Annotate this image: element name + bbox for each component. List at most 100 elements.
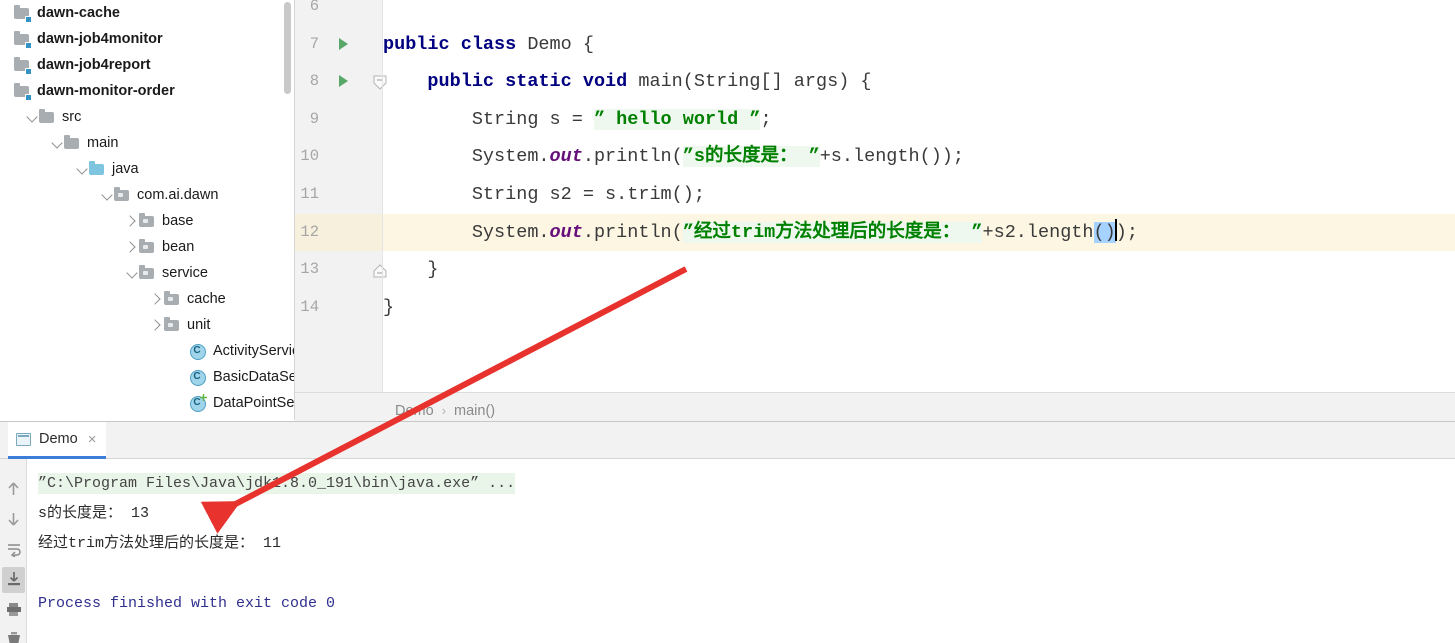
console-line-finished: Process finished with exit code 0 — [38, 595, 336, 612]
tree-item-unit[interactable]: unit — [0, 312, 295, 338]
chevron-right-icon[interactable] — [150, 312, 164, 338]
tree-item-label: dawn-job4report — [37, 57, 151, 73]
tree-item-basicdataservice[interactable]: C BasicDataService — [0, 364, 295, 390]
run-toolbar[interactable] — [0, 459, 27, 643]
tree-item-main[interactable]: main — [0, 130, 295, 156]
tree-item-src[interactable]: src — [0, 104, 295, 130]
tool-window-divider[interactable] — [294, 0, 295, 420]
chevron-right-icon[interactable] — [125, 234, 139, 260]
chevron-down-icon[interactable] — [25, 104, 39, 130]
editor-gutter[interactable]: 6 7 8 9 10 11 12 13 14 — [295, 0, 411, 392]
breadcrumb-item[interactable]: Demo — [395, 403, 434, 419]
chevron-down-icon[interactable] — [100, 182, 114, 208]
code-keyword: public class — [383, 33, 528, 55]
code-string: ” hello world ” — [593, 108, 761, 130]
chevron-down-icon[interactable] — [50, 130, 64, 156]
module-folder-icon — [14, 52, 32, 78]
gutter-line[interactable]: 12 — [295, 214, 411, 252]
gutter-line[interactable]: 14 — [295, 289, 382, 327]
tree-item-dawn-monitor-order[interactable]: dawn-monitor-order — [0, 78, 295, 104]
package-folder-icon — [139, 234, 156, 260]
tree-item-dawn-job4report[interactable]: dawn-job4report — [0, 52, 295, 78]
tree-item-service[interactable]: service — [0, 260, 295, 286]
code-line[interactable]: String s = ” hello world ”; — [383, 101, 772, 139]
tree-item-label: ActivityServiceIm — [213, 343, 295, 359]
module-badge-icon — [25, 16, 32, 23]
chevron-right-icon[interactable] — [150, 286, 164, 312]
project-tree-scrollbar[interactable] — [284, 2, 291, 94]
module-badge-icon — [25, 68, 32, 75]
project-tree-list[interactable]: dawn-cache dawn-job4monitor dawn-job4repor… — [0, 0, 295, 416]
java-class-icon: C — [189, 390, 207, 416]
tree-item-datapointservice[interactable]: C DataPointService — [0, 390, 295, 416]
module-badge-icon — [25, 42, 32, 49]
code-text: } — [383, 296, 395, 318]
code-line[interactable]: System.out.println(”s的长度是： ”+s.length())… — [383, 138, 964, 176]
run-tab-demo[interactable]: Demo × — [8, 422, 107, 459]
tree-item-label: base — [162, 213, 194, 229]
tree-item-base[interactable]: base — [0, 208, 295, 234]
code-editor[interactable]: 6 7 8 9 10 11 12 13 14 public class Demo { publi… — [295, 0, 1455, 392]
module-folder-icon — [14, 78, 32, 104]
run-arrow-icon[interactable] — [339, 75, 348, 88]
chevron-down-icon[interactable] — [75, 156, 89, 182]
soft-wrap-icon[interactable] — [2, 537, 25, 563]
run-arrow-icon[interactable] — [339, 37, 348, 50]
breadcrumb-item[interactable]: main() — [454, 403, 495, 419]
chevron-down-icon[interactable] — [125, 260, 139, 286]
selected-text: () — [1093, 221, 1116, 243]
code-text: +s.length()); — [819, 146, 965, 168]
code-text: System. — [383, 146, 550, 168]
tree-item-label: main — [87, 135, 119, 151]
java-class-icon: C — [189, 364, 207, 390]
console-command-text: ”C:\Program Files\Java\jdk1.8.0_191\bin\… — [38, 473, 516, 494]
tree-item-label: bean — [162, 239, 195, 255]
tree-item-label: DataPointService — [213, 395, 295, 411]
console-line-output: s的长度是： 13 — [38, 505, 150, 522]
tree-item-java[interactable]: java — [0, 156, 295, 182]
tree-item-dawn-job4monitor[interactable]: dawn-job4monitor — [0, 26, 295, 52]
gutter-line[interactable]: 9 — [295, 101, 382, 139]
code-text: +s2.length — [982, 221, 1094, 243]
tree-item-dawn-cache[interactable]: dawn-cache — [0, 0, 295, 26]
breadcrumb-separator-icon: › — [441, 403, 447, 418]
clear-all-icon[interactable] — [2, 627, 25, 643]
tree-item-activityserviceim[interactable]: C ActivityServiceIm — [0, 338, 295, 364]
gutter-line[interactable]: 10 — [295, 138, 382, 176]
gutter-line[interactable]: 7 — [295, 26, 382, 64]
close-icon[interactable]: × — [86, 432, 97, 447]
up-arrow-icon[interactable] — [2, 477, 25, 503]
gutter-line[interactable]: 6 — [295, 0, 382, 26]
tree-item-com-ai-dawn[interactable]: com.ai.dawn — [0, 182, 295, 208]
code-line[interactable]: public class Demo { — [383, 26, 594, 64]
run-tab-bar[interactable]: Demo × — [0, 422, 1455, 459]
scroll-to-end-icon[interactable] — [2, 567, 25, 593]
code-line[interactable]: } — [383, 289, 394, 327]
tree-item-bean[interactable]: bean — [0, 234, 295, 260]
chevron-right-icon[interactable] — [125, 208, 139, 234]
tree-item-label: java — [112, 161, 139, 177]
tree-item-cache[interactable]: cache — [0, 286, 295, 312]
tree-item-label: com.ai.dawn — [137, 187, 219, 203]
project-tool-window[interactable]: dawn-cache dawn-job4monitor dawn-job4repor… — [0, 0, 295, 420]
code-text: Demo — [527, 33, 583, 55]
code-line[interactable]: String s2 = s.trim(); — [383, 176, 705, 214]
gutter-line[interactable]: 13 — [295, 251, 387, 289]
run-tool-window[interactable]: Demo × ”C:\Program Files\Java\jdk1.8.0_1… — [0, 421, 1455, 643]
code-line[interactable]: } — [383, 251, 438, 289]
gutter-line[interactable]: 11 — [295, 176, 382, 214]
gutter-line[interactable]: 8 — [295, 63, 387, 101]
console-line-command: ”C:\Program Files\Java\jdk1.8.0_191\bin\… — [28, 469, 1455, 499]
code-text: main(String[] args) { — [638, 71, 872, 93]
down-arrow-icon[interactable] — [2, 507, 25, 533]
code-line[interactable]: public static void main(String[] args) { — [383, 63, 872, 101]
class-letter: C — [193, 397, 201, 408]
print-icon[interactable] — [2, 597, 25, 623]
tree-item-label: cache — [187, 291, 226, 307]
code-string: ”经过trim方法处理后的长度是： ” — [682, 221, 983, 243]
console-output[interactable]: ”C:\Program Files\Java\jdk1.8.0_191\bin\… — [28, 459, 1455, 643]
code-line[interactable]: System.out.println(”经过trim方法处理后的长度是： ”+s… — [383, 214, 1138, 252]
